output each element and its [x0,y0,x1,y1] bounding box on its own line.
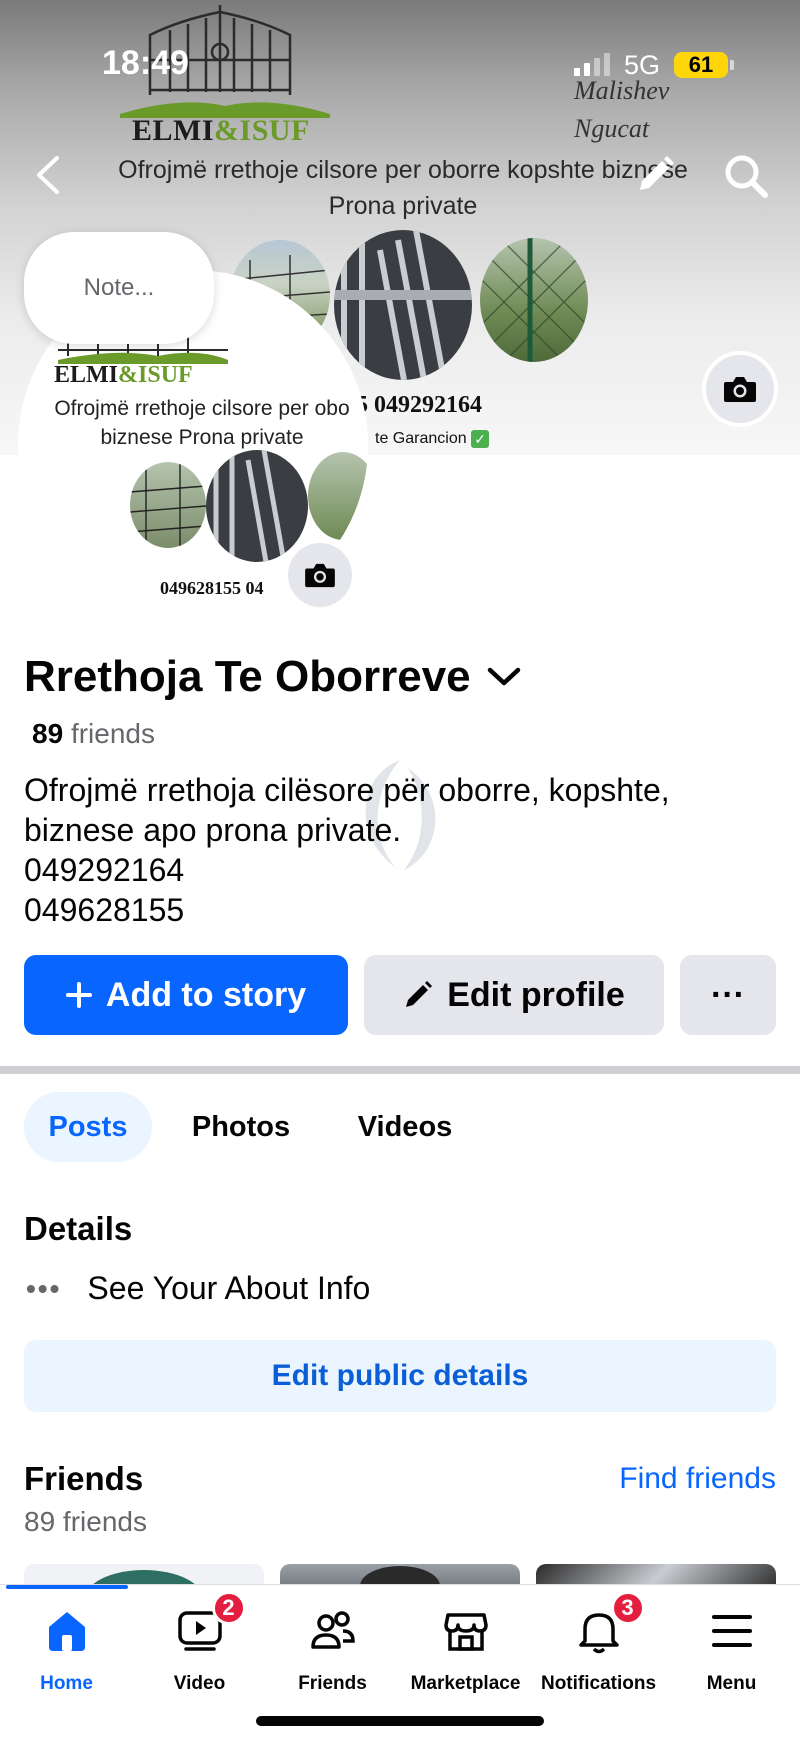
status-time: 18:49 [102,44,189,82]
nav-friends[interactable]: Friends [266,1603,399,1695]
signal-icon [574,53,610,76]
video-icon: 2 [172,1591,246,1659]
notifications-badge: 3 [610,1591,645,1625]
see-about-info-link[interactable]: ••• See Your About Info [26,1270,370,1307]
friends-count-text: 89 friends [24,1506,147,1537]
pp-phone-number: 049628155 04 [160,578,264,598]
friends-icon [305,1603,361,1659]
back-icon[interactable] [26,150,70,200]
chevron-down-icon[interactable] [487,666,521,688]
tab-posts[interactable]: Posts [24,1092,152,1162]
section-divider [0,1066,800,1074]
profile-page: ELMI&ISUF Ofrojmë rrethoje cilsore per o… [0,0,800,1739]
pp-fence-photo [130,462,206,548]
cover-garancion: te Garancion ✓ [375,430,490,448]
edit-pencil-icon[interactable] [630,150,680,200]
profile-bio: Ofrojmë rrethoja cilësore për oborre, ko… [24,772,670,928]
edit-public-details-button[interactable]: Edit public details [24,1340,776,1412]
network-type: 5G [624,50,661,80]
cover-brand-name: ELMI&ISUF [132,114,310,147]
pencil-icon [406,981,433,1007]
home-icon [39,1603,95,1659]
check-icon: ✓ [471,430,490,448]
search-icon[interactable] [718,148,774,204]
pp-mesh-fence-photo [308,452,368,540]
more-options-button[interactable]: ··· [680,955,776,1035]
tab-videos[interactable]: Videos [340,1092,470,1162]
cover-handwritten-text: Malishev Ngucat [574,76,670,143]
more-icon: ··· [711,975,745,1014]
menu-icon [704,1603,760,1659]
profile-name[interactable]: Rrethoja Te Oborreve [24,652,521,702]
tab-photos[interactable]: Photos [176,1092,306,1162]
video-badge: 2 [211,1591,246,1625]
pp-brand-name: ELMI&ISUF [54,362,193,388]
nav-menu[interactable]: Menu [665,1603,798,1695]
battery-tip [730,60,734,70]
friends-count[interactable]: 89 friends [32,718,155,750]
camera-icon [724,377,756,402]
active-tab-indicator [6,1585,128,1589]
cover-mesh-fence-photo [480,238,588,362]
add-to-story-button[interactable]: Add to story [24,955,348,1035]
bell-icon: 3 [571,1591,645,1659]
nav-notifications[interactable]: 3 Notifications [532,1591,665,1695]
edit-profile-button[interactable]: Edit profile [364,955,664,1035]
nav-marketplace[interactable]: Marketplace [399,1603,532,1695]
profile-camera-button[interactable] [288,543,352,607]
cover-camera-button[interactable] [706,355,774,423]
pp-tagline: Ofrojmë rrethoje cilsore per obo biznese… [54,397,350,449]
pp-steel-fence-photo [206,450,308,562]
note-bubble[interactable]: Note... [24,232,214,344]
home-indicator [256,1716,544,1726]
friends-heading: Friends [24,1460,144,1497]
nav-home[interactable]: Home [0,1603,133,1695]
battery-icon: 61 [674,52,728,78]
plus-icon [65,982,92,1008]
camera-icon [305,563,335,588]
find-friends-link[interactable]: Find friends [619,1462,776,1496]
marketplace-icon [438,1603,494,1659]
cover-tagline: Ofrojmë rrethoje cilsore per oborre kops… [118,156,688,220]
details-heading: Details [24,1210,133,1247]
more-dots-icon: ••• [26,1272,62,1304]
nav-video[interactable]: 2 Video [133,1591,266,1695]
